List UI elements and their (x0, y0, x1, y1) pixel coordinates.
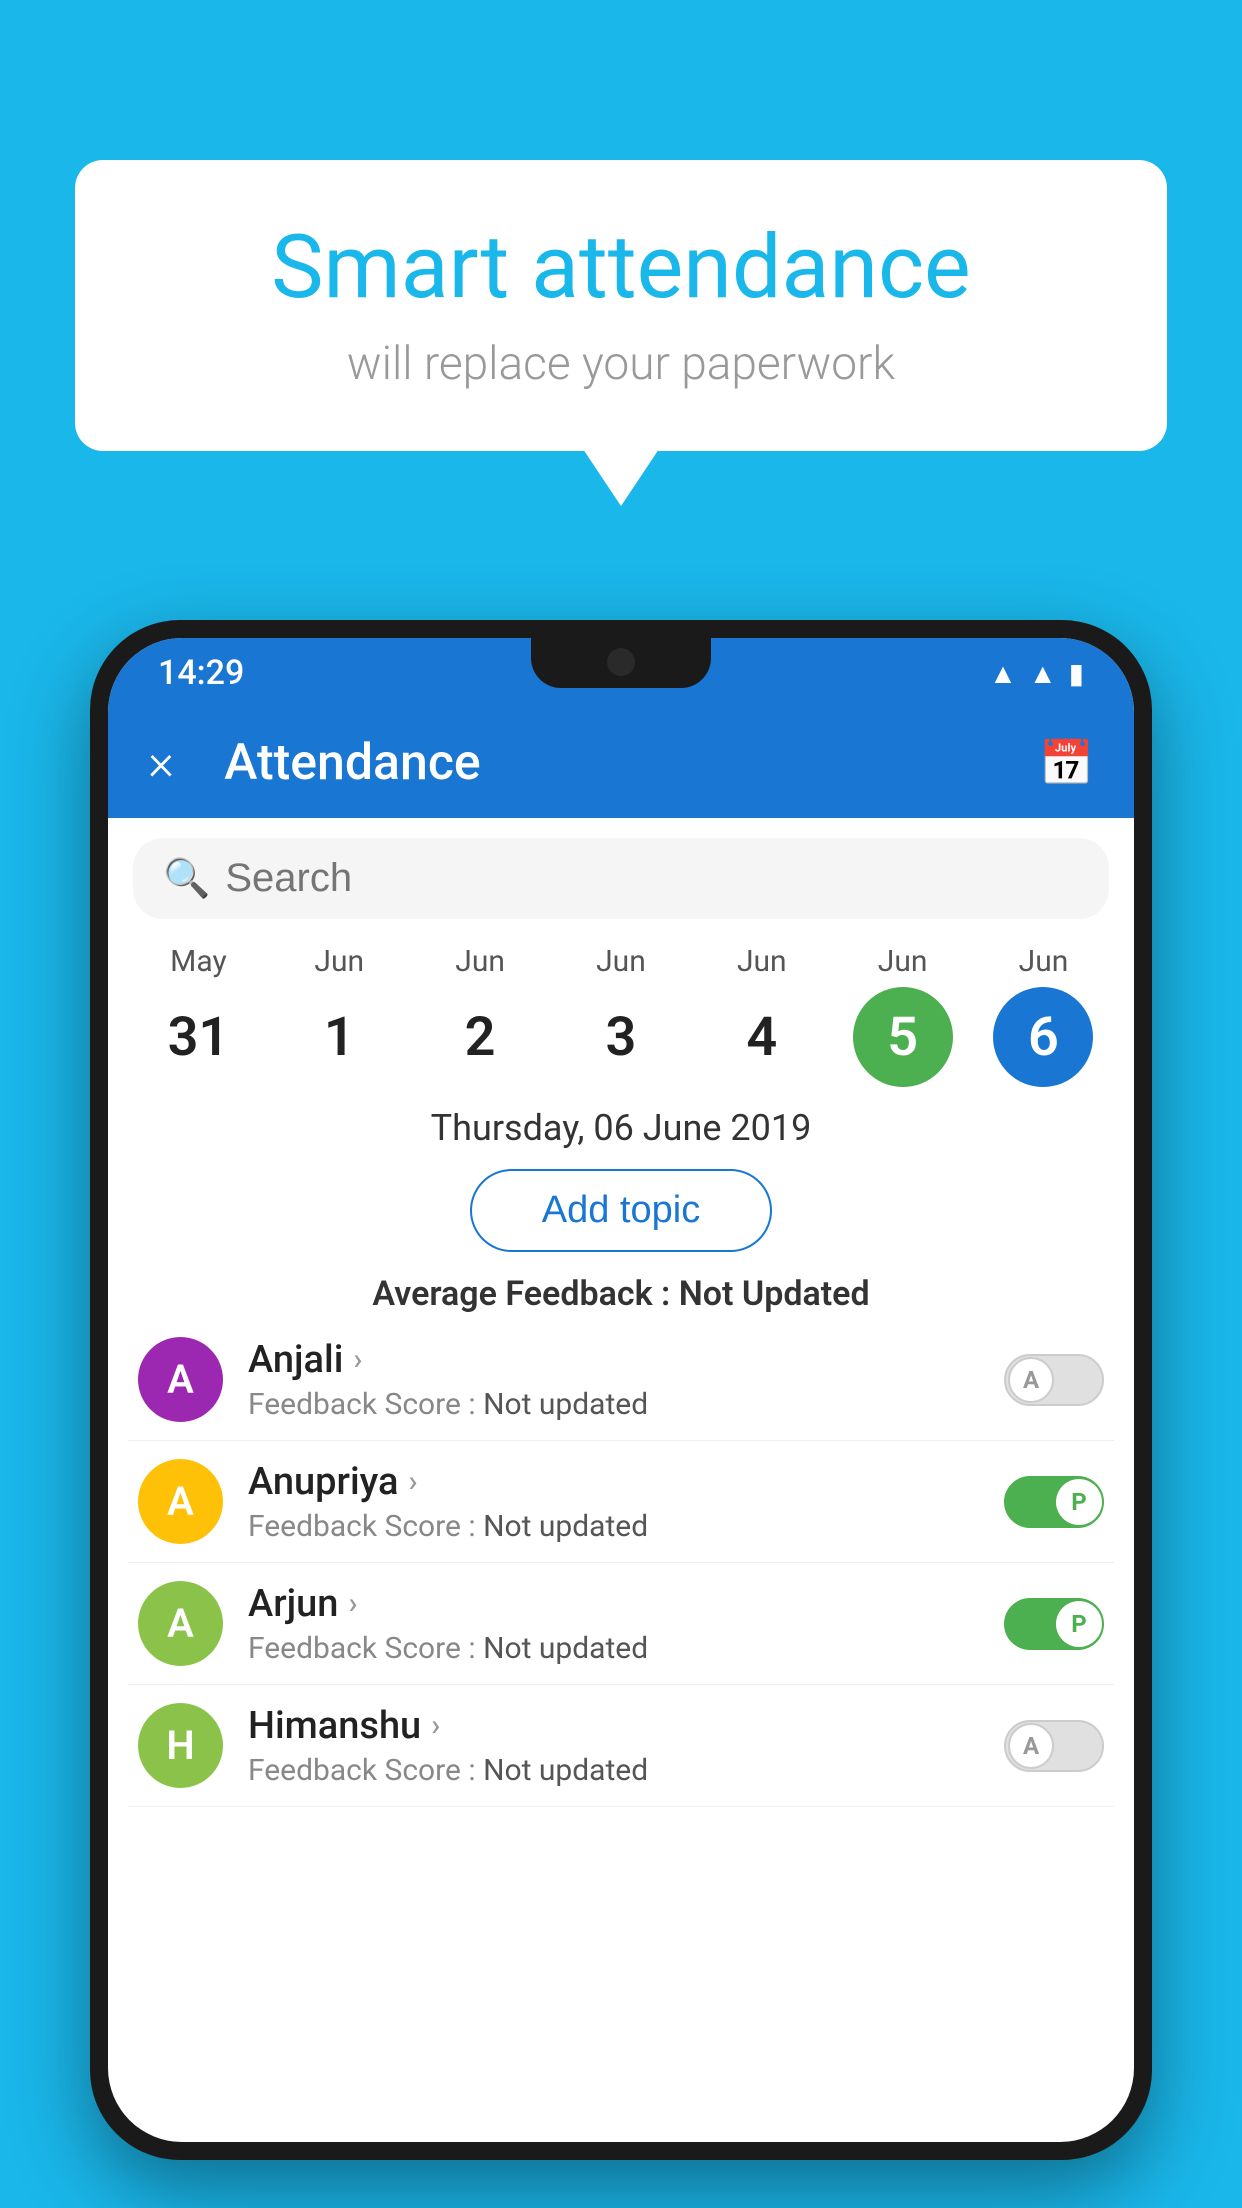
close-button[interactable]: × (148, 734, 174, 792)
date-cell-6[interactable]: Jun 6 (978, 944, 1108, 1087)
student-name: Arjun › (248, 1582, 1004, 1626)
toggle-knob: A (1008, 1723, 1054, 1769)
student-feedback: Feedback Score : Not updated (248, 1387, 1004, 1422)
bubble-subtitle: will replace your paperwork (145, 337, 1097, 391)
date-cell-4[interactable]: Jun 4 (697, 944, 827, 1087)
list-item: H Himanshu › Feedback Score : Not update… (128, 1685, 1114, 1807)
app-bar: × Attendance 📅 (108, 708, 1134, 818)
phone-container: 14:29 ▲ ▲ ▮ × Attendance 📅 🔍 (90, 620, 1152, 2208)
attendance-toggle[interactable]: A (1004, 1354, 1104, 1406)
student-info[interactable]: Arjun › Feedback Score : Not updated (248, 1582, 1004, 1666)
search-icon: 🔍 (163, 857, 210, 901)
date-cell-1[interactable]: Jun 1 (274, 944, 404, 1087)
student-info[interactable]: Anjali › Feedback Score : Not updated (248, 1338, 1004, 1422)
attendance-toggle[interactable]: P (1004, 1598, 1104, 1650)
chevron-right-icon: › (408, 1464, 417, 1499)
status-icons: ▲ ▲ ▮ (989, 657, 1084, 690)
attendance-toggle[interactable]: A (1004, 1720, 1104, 1772)
chevron-right-icon: › (348, 1586, 357, 1621)
avatar: A (138, 1459, 223, 1544)
date-strip: May 31 Jun 1 Jun 2 Jun 3 Jun 4 (108, 929, 1134, 1092)
student-list: A Anjali › Feedback Score : Not updated … (108, 1319, 1134, 1807)
student-feedback: Feedback Score : Not updated (248, 1631, 1004, 1666)
toggle-knob: P (1056, 1601, 1102, 1647)
search-container[interactable]: 🔍 (133, 838, 1109, 919)
avatar: A (138, 1337, 223, 1422)
status-time: 14:29 (158, 653, 244, 693)
toggle-container[interactable]: A (1004, 1720, 1104, 1772)
student-feedback: Feedback Score : Not updated (248, 1509, 1004, 1544)
student-info[interactable]: Anupriya › Feedback Score : Not updated (248, 1460, 1004, 1544)
date-cell-0[interactable]: May 31 (133, 944, 263, 1087)
avatar: A (138, 1581, 223, 1666)
toggle-container[interactable]: A (1004, 1354, 1104, 1406)
date-cell-5[interactable]: Jun 5 (838, 944, 968, 1087)
phone-outer: 14:29 ▲ ▲ ▮ × Attendance 📅 🔍 (90, 620, 1152, 2160)
phone-screen: 14:29 ▲ ▲ ▮ × Attendance 📅 🔍 (108, 638, 1134, 2142)
phone-notch (531, 638, 711, 688)
date-cell-3[interactable]: Jun 3 (556, 944, 686, 1087)
student-name: Anupriya › (248, 1460, 1004, 1504)
chevron-right-icon: › (431, 1708, 440, 1743)
chevron-right-icon: › (353, 1342, 362, 1377)
student-name: Himanshu › (248, 1704, 1004, 1748)
toggle-container[interactable]: P (1004, 1476, 1104, 1528)
avg-feedback: Average Feedback : Not Updated (108, 1262, 1134, 1319)
toggle-container[interactable]: P (1004, 1598, 1104, 1650)
student-name: Anjali › (248, 1338, 1004, 1382)
phone-camera (607, 648, 635, 676)
signal-icon: ▲ (1029, 657, 1057, 690)
search-input[interactable] (225, 856, 1079, 901)
date-cell-2[interactable]: Jun 2 (415, 944, 545, 1087)
calendar-icon[interactable]: 📅 (1039, 737, 1094, 789)
list-item: A Anupriya › Feedback Score : Not update… (128, 1441, 1114, 1563)
wifi-icon: ▲ (989, 657, 1017, 690)
app-title: Attendance (224, 734, 1039, 792)
list-item: A Arjun › Feedback Score : Not updated P (128, 1563, 1114, 1685)
toggle-knob: A (1008, 1357, 1054, 1403)
attendance-toggle[interactable]: P (1004, 1476, 1104, 1528)
bubble-title: Smart attendance (145, 220, 1097, 317)
add-topic-button[interactable]: Add topic (470, 1169, 772, 1252)
student-info[interactable]: Himanshu › Feedback Score : Not updated (248, 1704, 1004, 1788)
student-feedback: Feedback Score : Not updated (248, 1753, 1004, 1788)
speech-bubble: Smart attendance will replace your paper… (75, 160, 1167, 451)
toggle-knob: P (1056, 1479, 1102, 1525)
list-item: A Anjali › Feedback Score : Not updated … (128, 1319, 1114, 1441)
avatar: H (138, 1703, 223, 1788)
battery-icon: ▮ (1069, 657, 1084, 690)
selected-date-label: Thursday, 06 June 2019 (108, 1092, 1134, 1159)
